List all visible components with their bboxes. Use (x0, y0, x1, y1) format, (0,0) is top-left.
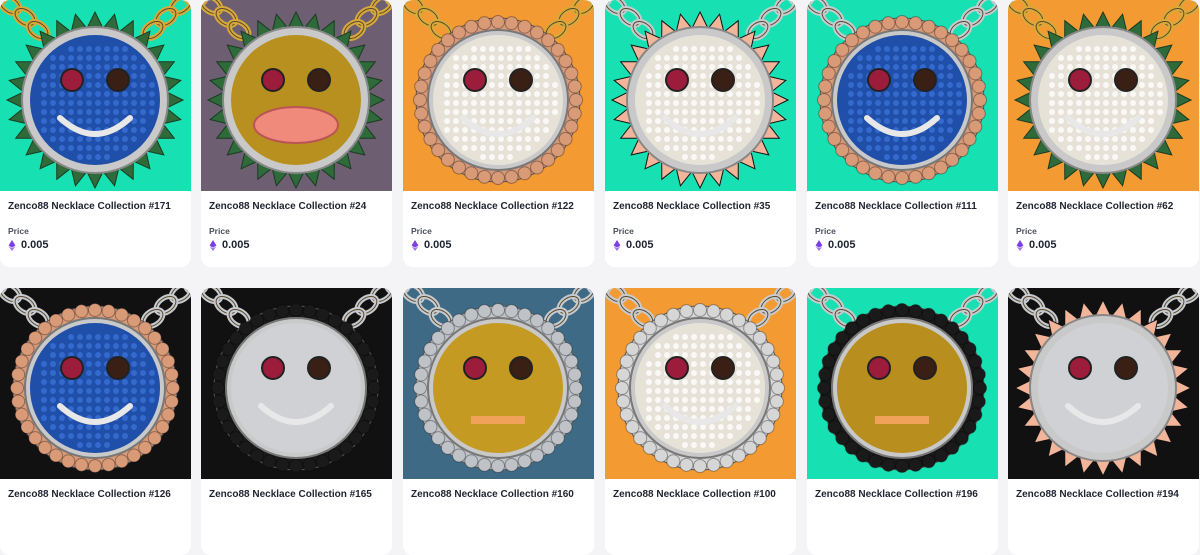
nft-card[interactable]: Zenco88 Necklace Collection #196 (807, 288, 998, 555)
nft-image[interactable] (0, 0, 191, 191)
nft-card[interactable]: Zenco88 Necklace Collection #171 Price 0… (0, 0, 191, 267)
price-label: Price (8, 226, 29, 236)
pendant-artwork (807, 288, 998, 473)
nft-image[interactable] (807, 288, 998, 479)
nft-card[interactable]: Zenco88 Necklace Collection #24 Price 0.… (201, 0, 392, 267)
pendant-artwork (1008, 0, 1199, 190)
nft-title[interactable]: Zenco88 Necklace Collection #196 (815, 489, 990, 500)
pendant-artwork (605, 0, 796, 190)
nft-card[interactable]: Zenco88 Necklace Collection #160 (403, 288, 594, 555)
nft-card[interactable]: Zenco88 Necklace Collection #126 (0, 288, 191, 555)
price-value: 0.005 (626, 239, 654, 251)
nft-title[interactable]: Zenco88 Necklace Collection #24 (209, 201, 384, 212)
nft-image[interactable] (605, 288, 796, 479)
nft-image[interactable] (403, 288, 594, 479)
pendant-artwork (0, 288, 191, 473)
eth-icon (8, 239, 16, 251)
eth-icon (1016, 239, 1024, 251)
nft-image[interactable] (1008, 288, 1199, 479)
eth-icon (613, 239, 621, 251)
nft-title[interactable]: Zenco88 Necklace Collection #165 (209, 489, 384, 500)
eth-icon (209, 239, 217, 251)
nft-title[interactable]: Zenco88 Necklace Collection #122 (411, 201, 586, 212)
nft-image[interactable] (201, 0, 392, 191)
price-value: 0.005 (222, 239, 250, 251)
nft-title[interactable]: Zenco88 Necklace Collection #171 (8, 201, 183, 212)
pendant-artwork (201, 0, 392, 190)
nft-title[interactable]: Zenco88 Necklace Collection #100 (613, 489, 788, 500)
price-label: Price (613, 226, 634, 236)
nft-title[interactable]: Zenco88 Necklace Collection #160 (411, 489, 586, 500)
nft-image[interactable] (403, 0, 594, 191)
nft-grid: Zenco88 Necklace Collection #171 Price 0… (0, 0, 1200, 555)
nft-card[interactable]: Zenco88 Necklace Collection #62 Price 0.… (1008, 0, 1199, 267)
eth-icon (411, 239, 419, 251)
price-value: 0.005 (1029, 239, 1057, 251)
nft-image[interactable] (201, 288, 392, 479)
pendant-artwork (201, 288, 392, 473)
price-value: 0.005 (828, 239, 856, 251)
pendant-artwork (403, 0, 594, 185)
pendant-artwork (1008, 288, 1199, 478)
nft-image[interactable] (605, 0, 796, 191)
nft-card[interactable]: Zenco88 Necklace Collection #122 Price 0… (403, 0, 594, 267)
price-value: 0.005 (21, 239, 49, 251)
nft-card[interactable]: Zenco88 Necklace Collection #111 Price 0… (807, 0, 998, 267)
nft-title[interactable]: Zenco88 Necklace Collection #194 (1016, 489, 1191, 500)
nft-title[interactable]: Zenco88 Necklace Collection #35 (613, 201, 788, 212)
price-label: Price (1016, 226, 1037, 236)
pendant-artwork (403, 288, 594, 473)
nft-title[interactable]: Zenco88 Necklace Collection #62 (1016, 201, 1191, 212)
price-value: 0.005 (424, 239, 452, 251)
price-label: Price (209, 226, 230, 236)
price-label: Price (815, 226, 836, 236)
pendant-artwork (807, 0, 998, 185)
nft-card[interactable]: Zenco88 Necklace Collection #194 (1008, 288, 1199, 555)
nft-card[interactable]: Zenco88 Necklace Collection #35 Price 0.… (605, 0, 796, 267)
nft-image[interactable] (807, 0, 998, 191)
nft-title[interactable]: Zenco88 Necklace Collection #111 (815, 201, 990, 212)
eth-icon (815, 239, 823, 251)
price-label: Price (411, 226, 432, 236)
nft-image[interactable] (1008, 0, 1199, 191)
nft-title[interactable]: Zenco88 Necklace Collection #126 (8, 489, 183, 500)
pendant-artwork (605, 288, 796, 473)
nft-image[interactable] (0, 288, 191, 479)
pendant-artwork (0, 0, 191, 190)
nft-card[interactable]: Zenco88 Necklace Collection #100 (605, 288, 796, 555)
nft-card[interactable]: Zenco88 Necklace Collection #165 (201, 288, 392, 555)
